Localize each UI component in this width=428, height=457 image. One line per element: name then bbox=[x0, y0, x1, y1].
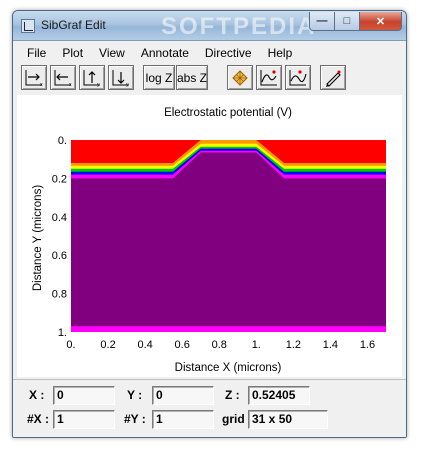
y-axis-ticks: 0. 0.2 0.4 0.6 0.8 1. bbox=[52, 135, 67, 339]
x-tick-label: 0. bbox=[66, 339, 75, 351]
svg-text:x: x bbox=[40, 82, 43, 87]
status-panel: X : 0 Y : 0 Z : 0.52405 #X : 1 #Y : 1 gr… bbox=[13, 379, 406, 437]
pencil-button[interactable] bbox=[320, 65, 346, 90]
zoom-right-icon: x bbox=[25, 69, 43, 87]
curve-tool-icon bbox=[260, 69, 277, 85]
x-tick-label: 0.6 bbox=[175, 339, 190, 351]
window-title: SibGraf Edit bbox=[41, 18, 106, 32]
menu-file[interactable]: File bbox=[17, 43, 54, 63]
app-icon bbox=[21, 19, 35, 33]
bottom-contour-band bbox=[71, 326, 386, 332]
y-tick-label: 0.6 bbox=[52, 250, 67, 262]
log-z-button[interactable]: log Z bbox=[143, 65, 175, 90]
app-window: SibGraf Edit SOFTPEDIA — □ ✕ File Plot V… bbox=[12, 10, 407, 438]
x-tick-label: 0.2 bbox=[100, 339, 115, 351]
y-tick-label: 0.4 bbox=[52, 212, 67, 224]
y-tick-label: 0.8 bbox=[52, 289, 67, 301]
y-axis-label: Distance Y (microns) bbox=[32, 185, 44, 291]
chart-title: Electrostatic potential (V) bbox=[164, 107, 292, 119]
menu-annotate[interactable]: Annotate bbox=[133, 43, 197, 63]
pencil-icon bbox=[326, 70, 341, 87]
nx-value-field[interactable]: 1 bbox=[53, 410, 115, 429]
menu-bar: File Plot View Annotate Directive Help bbox=[17, 43, 402, 63]
nx-label: #X : bbox=[27, 412, 50, 426]
zoom-up-button[interactable]: y bbox=[79, 65, 105, 90]
toolbar: x x y y log Z abs Z bbox=[19, 64, 402, 92]
grid-label: grid bbox=[222, 412, 245, 426]
ny-value-field[interactable]: 1 bbox=[152, 410, 214, 429]
x-tick-label: 1.6 bbox=[360, 339, 375, 351]
grid-value-field[interactable]: 31 x 50 bbox=[248, 410, 328, 429]
x-tick-label: 1.2 bbox=[286, 339, 301, 351]
curve-tool-button[interactable] bbox=[256, 65, 282, 90]
zoom-down-icon: y bbox=[112, 69, 129, 87]
watermark: SOFTPEDIA bbox=[161, 13, 317, 40]
y-tick-label: 0.2 bbox=[52, 173, 67, 185]
menu-view[interactable]: View bbox=[91, 43, 133, 63]
menu-plot[interactable]: Plot bbox=[54, 43, 91, 63]
z-value-field[interactable]: 0.52405 bbox=[248, 386, 310, 405]
grid-mesh-icon bbox=[232, 69, 248, 86]
close-button[interactable]: ✕ bbox=[359, 12, 402, 31]
x-axis-label: Distance X (microns) bbox=[175, 362, 282, 374]
grid-mesh-button[interactable] bbox=[227, 65, 253, 90]
z-label: Z : bbox=[225, 388, 240, 402]
zoom-up-icon: y bbox=[83, 69, 100, 87]
x-label: X : bbox=[29, 388, 45, 402]
y-tick-label: 0. bbox=[58, 135, 67, 147]
abs-z-button[interactable]: abs Z bbox=[176, 65, 208, 90]
svg-text:x: x bbox=[69, 82, 72, 87]
potential-chart: Electrostatic potential (V) 0. 0.2 0.4 0.6 0… bbox=[32, 107, 386, 374]
x-axis-ticks: 0. 0.2 0.4 0.6 0.8 1. 1.2 1.4 1.6 bbox=[66, 339, 375, 351]
curve-tool-2-icon bbox=[289, 69, 307, 85]
zoom-left-button[interactable]: x bbox=[50, 65, 76, 90]
zoom-right-button[interactable]: x bbox=[21, 65, 47, 90]
zoom-down-button[interactable]: y bbox=[108, 65, 134, 90]
ny-label: #Y : bbox=[124, 412, 146, 426]
maximize-button[interactable]: □ bbox=[334, 12, 360, 31]
contour-bands bbox=[71, 140, 386, 332]
plot-area[interactable]: Electrostatic potential (V) 0. 0.2 0.4 0.6 0… bbox=[17, 95, 402, 377]
minimize-button[interactable]: — bbox=[309, 12, 335, 31]
y-tick-label: 1. bbox=[58, 327, 67, 339]
y-value-field[interactable]: 0 bbox=[152, 386, 214, 405]
x-tick-label: 1. bbox=[252, 339, 261, 351]
x-tick-label: 1.4 bbox=[323, 339, 338, 351]
x-tick-label: 0.8 bbox=[212, 339, 227, 351]
x-tick-label: 0.4 bbox=[137, 339, 152, 351]
y-label: Y : bbox=[127, 388, 143, 402]
curve-tool-2-button[interactable] bbox=[285, 65, 311, 90]
title-bar[interactable]: SibGraf Edit SOFTPEDIA — □ ✕ bbox=[13, 11, 406, 41]
zoom-left-icon: x bbox=[54, 69, 72, 87]
menu-directive[interactable]: Directive bbox=[197, 43, 260, 63]
menu-help[interactable]: Help bbox=[260, 43, 301, 63]
x-value-field[interactable]: 0 bbox=[53, 386, 115, 405]
